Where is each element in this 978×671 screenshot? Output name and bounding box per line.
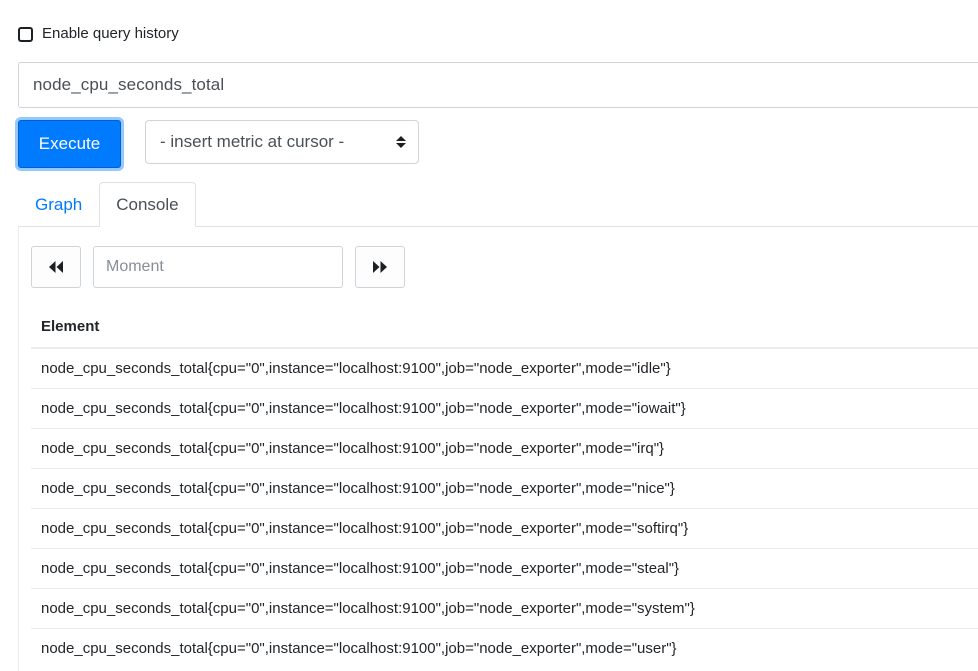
tab-graph[interactable]: Graph (18, 182, 99, 227)
cell-element: node_cpu_seconds_total{cpu="0",instance=… (41, 360, 671, 377)
cell-element: node_cpu_seconds_total{cpu="0",instance=… (31, 628, 978, 668)
table-row[interactable]: node_cpu_seconds_total{cpu="0",instance=… (31, 548, 978, 589)
moment-controls: Moment (31, 246, 405, 288)
table-body: node_cpu_seconds_total{cpu="0",instance=… (31, 348, 978, 668)
insert-metric-select-value: - insert metric at cursor - (160, 132, 345, 151)
moment-input-placeholder: Moment (106, 258, 164, 275)
cell-element: node_cpu_seconds_total{cpu="0",instance=… (31, 588, 978, 629)
enable-query-history-label: Enable query history (42, 25, 179, 42)
table-header-row: Element (31, 308, 978, 349)
column-header-element: Element (31, 308, 978, 349)
result-tabs: Graph Console (18, 182, 978, 227)
cell-element: node_cpu_seconds_total{cpu="0",instance=… (31, 548, 978, 589)
table-row[interactable]: node_cpu_seconds_total{cpu="0",instance=… (31, 388, 978, 429)
expression-input-value: node_cpu_seconds_total (33, 75, 225, 94)
prometheus-expression-browser: Enable query history node_cpu_seconds_to… (0, 0, 978, 671)
tab-console[interactable]: Console (99, 182, 196, 227)
cell-element: node_cpu_seconds_total{cpu="0",instance=… (31, 388, 978, 429)
cell-element: node_cpu_seconds_total{cpu="0",instance=… (31, 428, 978, 469)
moment-forward-button[interactable] (355, 246, 405, 288)
moment-input[interactable]: Moment (93, 246, 343, 288)
table-row[interactable]: node_cpu_seconds_total{cpu="0",instance=… (31, 428, 978, 469)
cell-element: node_cpu_seconds_total{cpu="0",instance=… (31, 468, 978, 509)
double-chevron-right-icon (373, 261, 387, 273)
insert-metric-select[interactable]: - insert metric at cursor - (145, 120, 419, 164)
moment-backward-button[interactable] (31, 246, 81, 288)
cell-element: node_cpu_seconds_total{cpu="0",instance=… (31, 508, 978, 549)
query-history-row: Enable query history (18, 23, 179, 45)
query-result-table: Element node_cpu_seconds_total{cpu="0",i… (31, 308, 978, 668)
table-row[interactable]: node_cpu_seconds_total{cpu="0",instance=… (31, 628, 978, 668)
table-row[interactable]: node_cpu_seconds_total{cpu="0",instance=… (31, 468, 978, 509)
execute-button[interactable]: Execute (18, 120, 121, 168)
double-chevron-left-icon (49, 261, 63, 273)
table-row[interactable]: node_cpu_seconds_total{cpu="0",instance=… (31, 588, 978, 629)
enable-query-history-checkbox[interactable] (18, 26, 33, 42)
console-panel: Moment Element node_cpu_seconds_total{cp… (18, 227, 978, 671)
table-row[interactable]: node_cpu_seconds_total{cpu="0",instance=… (31, 508, 978, 549)
table-head: Element (31, 308, 978, 349)
query-actions: Execute - insert metric at cursor - (18, 120, 419, 168)
select-updown-arrow-icon (395, 132, 407, 152)
table-row[interactable]: node_cpu_seconds_total{cpu="0",instance=… (31, 348, 978, 389)
expression-input[interactable]: node_cpu_seconds_total (18, 62, 978, 108)
